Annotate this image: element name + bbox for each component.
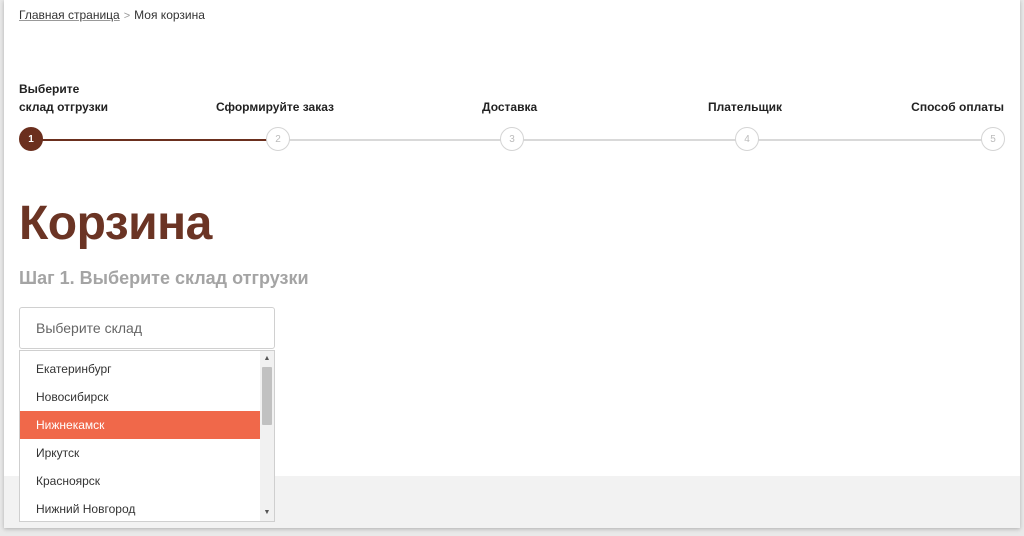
warehouse-select[interactable]: Выберите склад [19, 307, 275, 349]
page-title: Корзина [19, 197, 212, 250]
step-3-label[interactable]: Доставка [482, 98, 537, 116]
warehouse-option-novosibirsk[interactable]: Новосибирск [20, 383, 260, 411]
step-5-label[interactable]: Способ оплаты [911, 98, 1004, 116]
step-heading: Шаг 1. Выберите склад отгрузки [19, 268, 309, 288]
page: Главная страница > Моя корзина Выберите ск… [4, 0, 1020, 528]
dropdown-scrollbar[interactable]: ▲ ▼ [260, 351, 274, 521]
progress-fill [32, 139, 278, 141]
step-5-marker[interactable]: 5 [981, 127, 1005, 151]
step-4-label[interactable]: Плательщик [708, 98, 782, 116]
step-3-marker[interactable]: 3 [500, 127, 524, 151]
warehouse-dropdown-list[interactable]: Екатеринбург Новосибирск Нижнекамск Ирку… [19, 350, 275, 522]
step-1-label-line2: склад отгрузки [19, 100, 109, 114]
step-1-label-line1: Выберите [19, 82, 80, 96]
step-2-label[interactable]: Сформируйте заказ [216, 98, 334, 116]
scroll-down-arrow-icon[interactable]: ▼ [260, 507, 274, 519]
warehouse-option-krasnoyarsk[interactable]: Красноярск [20, 467, 260, 495]
step-2-marker[interactable]: 2 [266, 127, 290, 151]
warehouse-option-nizhny-novgorod[interactable]: Нижний Новгород [20, 495, 260, 521]
progress-track [278, 139, 992, 141]
step-4-marker[interactable]: 4 [735, 127, 759, 151]
warehouse-options: Екатеринбург Новосибирск Нижнекамск Ирку… [20, 355, 260, 521]
warehouse-option-irkutsk[interactable]: Иркутск [20, 439, 260, 467]
step-1-label[interactable]: Выберите склад отгрузки [19, 80, 108, 116]
warehouse-option-ekaterinburg[interactable]: Екатеринбург [20, 355, 260, 383]
checkout-steps: Выберите склад отгрузки Сформируйте зака… [4, 0, 1020, 160]
scroll-up-arrow-icon[interactable]: ▲ [260, 353, 274, 365]
warehouse-option-nizhnekamsk[interactable]: Нижнекамск [20, 411, 260, 439]
scrollbar-thumb[interactable] [262, 367, 272, 425]
step-1-marker[interactable]: 1 [19, 127, 43, 151]
